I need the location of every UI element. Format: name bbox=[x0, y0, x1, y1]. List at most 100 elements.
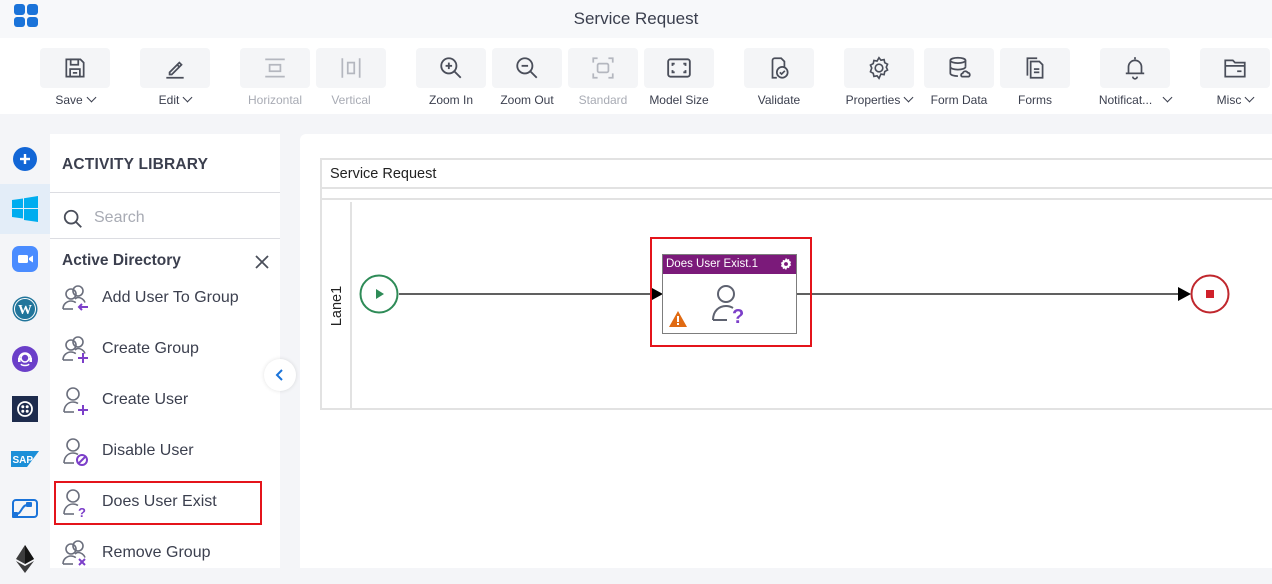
rail-item-zoom[interactable] bbox=[0, 234, 50, 284]
windows-icon bbox=[12, 196, 38, 222]
wordpress-icon: W bbox=[12, 296, 38, 322]
title-bar: Service Request bbox=[0, 0, 1272, 38]
gear-icon[interactable] bbox=[779, 257, 793, 271]
start-event[interactable] bbox=[359, 274, 399, 314]
zoom-in-button[interactable]: Zoom In bbox=[416, 48, 486, 110]
process-canvas[interactable]: Service Request Lane1 Does User Exist.1 … bbox=[300, 134, 1272, 568]
activity-label: Does User Exist bbox=[102, 493, 217, 510]
collapse-panel-button[interactable] bbox=[264, 359, 296, 391]
model-size-button[interactable]: Model Size bbox=[644, 48, 714, 110]
standard-size-icon bbox=[592, 57, 614, 79]
flow-diagram bbox=[359, 274, 1230, 314]
edit-button[interactable]: Edit bbox=[140, 48, 210, 110]
search-icon bbox=[63, 209, 82, 228]
does-user-exist-icon: ? bbox=[63, 489, 86, 519]
save-label: Save bbox=[55, 93, 83, 107]
task-name: Does User Exist.1 bbox=[666, 258, 759, 270]
section-title: Active Directory bbox=[62, 252, 181, 269]
folder-icon bbox=[1224, 59, 1246, 78]
stop-icon bbox=[1206, 290, 1214, 298]
zoom-video-icon bbox=[12, 246, 38, 272]
page-title: Service Request bbox=[573, 9, 699, 28]
create-group-icon bbox=[62, 336, 88, 363]
chevron-down-icon bbox=[86, 92, 97, 103]
zoom-in-icon bbox=[440, 57, 462, 79]
sap-icon: SAP bbox=[11, 451, 39, 467]
pencil-icon bbox=[166, 61, 184, 79]
model-size-label: Model Size bbox=[649, 93, 709, 107]
rail-item-sap[interactable]: SAP bbox=[0, 434, 50, 484]
database-icon bbox=[949, 56, 971, 78]
vertical-button[interactable]: Vertical bbox=[316, 48, 386, 110]
activity-item-disable-user[interactable]: Disable User bbox=[54, 430, 262, 474]
task-header: Does User Exist.1 bbox=[663, 255, 796, 274]
validate-icon bbox=[771, 57, 789, 79]
gear-icon bbox=[869, 56, 889, 80]
validate-button[interactable]: Validate bbox=[744, 48, 814, 110]
activity-label: Create User bbox=[102, 391, 189, 408]
twilio-icon bbox=[12, 396, 38, 422]
properties-button[interactable]: Properties bbox=[844, 48, 914, 110]
add-user-to-group-icon bbox=[62, 285, 88, 311]
rail-item-windows[interactable] bbox=[0, 184, 50, 234]
ethereum-icon bbox=[16, 545, 34, 573]
task-does-user-exist[interactable]: Does User Exist.1 ? bbox=[662, 254, 797, 334]
chevron-down-icon bbox=[1244, 92, 1255, 103]
chevron-down-icon bbox=[903, 92, 914, 103]
activity-item-does-user-exist[interactable]: ? Does User Exist bbox=[54, 481, 262, 525]
arrowhead bbox=[1178, 287, 1191, 301]
bell-icon bbox=[1125, 57, 1145, 80]
chevron-left-icon bbox=[275, 369, 283, 381]
end-event[interactable] bbox=[1190, 274, 1230, 314]
vertical-label: Vertical bbox=[331, 93, 371, 107]
activity-label: Add User To Group bbox=[102, 289, 239, 306]
activity-label: Create Group bbox=[102, 340, 199, 357]
rail-item-support[interactable] bbox=[0, 334, 50, 384]
misc-button[interactable]: Misc bbox=[1200, 48, 1270, 110]
activity-item-create-user[interactable]: Create User bbox=[54, 379, 262, 423]
notifications-button[interactable]: Notificat... bbox=[1099, 48, 1173, 110]
zoom-out-button[interactable]: Zoom Out bbox=[492, 48, 562, 110]
properties-label: Properties bbox=[845, 93, 901, 107]
activity-library-panel: ACTIVITY LIBRARY Active Directory Add Us… bbox=[50, 134, 280, 568]
activity-item-remove-group[interactable]: Remove Group bbox=[54, 532, 262, 576]
svg-text:SAP: SAP bbox=[13, 455, 34, 466]
search-input[interactable] bbox=[94, 206, 264, 230]
activity-item-add-user-to-group[interactable]: Add User To Group bbox=[54, 277, 262, 321]
connector-rail: W SAP bbox=[0, 134, 50, 573]
validate-label: Validate bbox=[757, 93, 801, 107]
svg-text:?: ? bbox=[732, 306, 744, 325]
disable-user-icon bbox=[63, 438, 88, 466]
chevron-down-icon bbox=[1162, 92, 1173, 103]
vertical-layout-icon bbox=[341, 58, 361, 78]
activity-library-title: ACTIVITY LIBRARY bbox=[62, 156, 209, 173]
does-user-exist-icon: ? bbox=[712, 285, 744, 325]
activity-item-create-group[interactable]: Create Group bbox=[54, 328, 262, 372]
chevron-down-icon bbox=[182, 92, 193, 103]
rail-item-wordpress[interactable]: W bbox=[0, 284, 50, 334]
power-automate-icon bbox=[12, 499, 38, 518]
headset-icon bbox=[12, 346, 38, 372]
add-circle-icon bbox=[13, 147, 37, 171]
forms-button[interactable]: Forms bbox=[1000, 48, 1070, 110]
horizontal-button[interactable]: Horizontal bbox=[240, 48, 310, 110]
divider bbox=[50, 238, 280, 239]
form-data-button[interactable]: Form Data bbox=[924, 48, 994, 110]
svg-text:?: ? bbox=[78, 505, 86, 519]
save-button[interactable]: Save bbox=[40, 48, 110, 110]
rail-item-add[interactable] bbox=[0, 134, 50, 184]
rail-item-ethereum[interactable] bbox=[0, 534, 50, 584]
standard-button[interactable]: Standard bbox=[568, 48, 638, 110]
zoom-out-icon bbox=[516, 57, 538, 79]
rail-item-twilio[interactable] bbox=[0, 384, 50, 434]
toolbar: Save Edit Horizontal Vertical Zoom In Zo… bbox=[0, 38, 1272, 114]
activity-label: Disable User bbox=[102, 442, 194, 459]
rail-item-power-automate[interactable] bbox=[0, 484, 50, 534]
svg-text:W: W bbox=[18, 303, 32, 318]
horizontal-layout-icon bbox=[265, 58, 285, 78]
warning-icon[interactable] bbox=[669, 311, 687, 327]
forms-icon bbox=[1026, 57, 1044, 79]
model-size-icon bbox=[667, 58, 691, 78]
misc-label: Misc bbox=[1216, 93, 1242, 107]
close-icon[interactable] bbox=[254, 254, 270, 270]
